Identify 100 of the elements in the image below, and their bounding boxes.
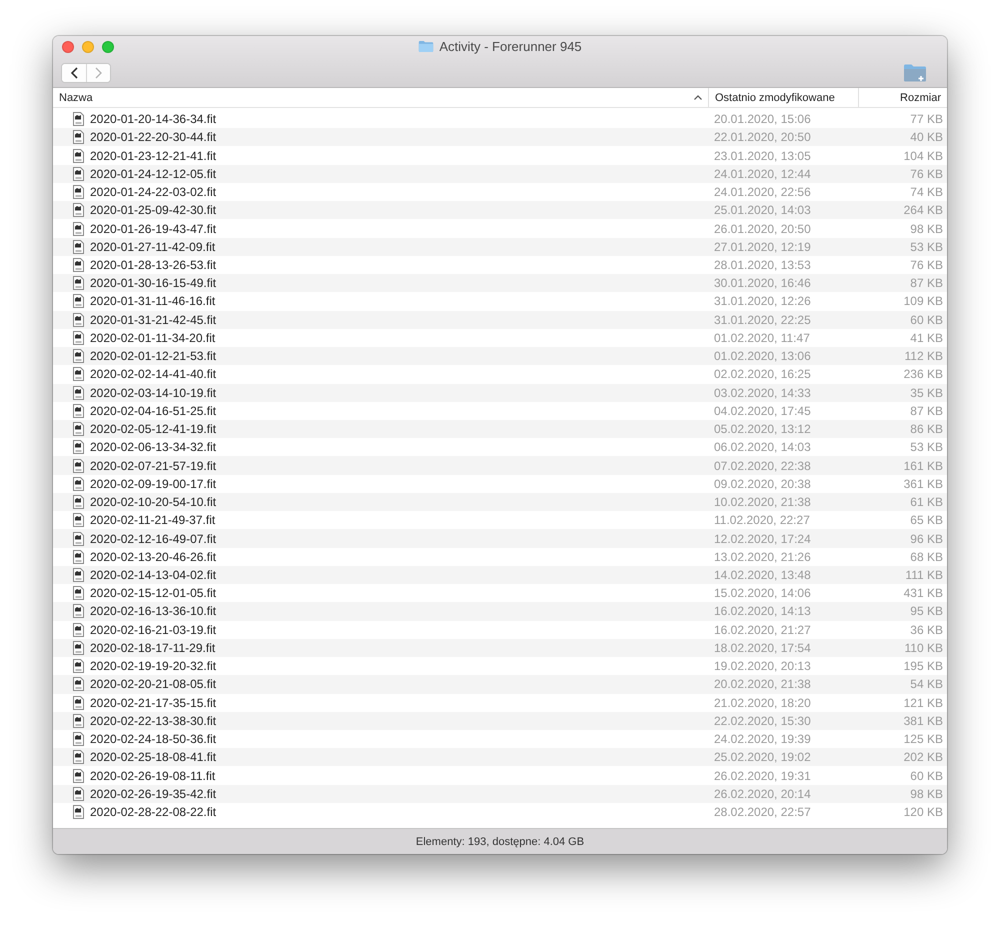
modified-date: 25.02.2020, 19:02 bbox=[713, 750, 812, 764]
file-size: 112 KB bbox=[904, 349, 944, 364]
modified-date: 06.02.2020, 14:03 bbox=[713, 440, 812, 454]
modified-date: 22.02.2020, 15:30 bbox=[713, 714, 812, 728]
file-size: 87 KB bbox=[909, 404, 944, 418]
file-name: 2020-02-26-19-35-42.fit bbox=[90, 786, 216, 801]
file-row[interactable]: 2020-02-12-16-49-07.fit 12.02.2020, 17:24 96 KB bbox=[53, 529, 947, 548]
modified-date: 31.01.2020, 22:25 bbox=[713, 312, 812, 327]
file-icon bbox=[73, 495, 84, 510]
file-name: 2020-01-28-13-26-53.fit bbox=[90, 258, 216, 272]
file-name: 2020-01-31-11-46-16.fit bbox=[90, 294, 216, 308]
file-row[interactable]: 2020-01-25-09-42-30.fit 25.01.2020, 14:03 264 KB bbox=[53, 201, 947, 220]
file-row[interactable]: 2020-02-20-21-08-05.fit 20.02.2020, 21:38 54 KB bbox=[53, 675, 947, 694]
file-row[interactable]: 2020-01-27-11-42-09.fit 27.01.2020, 12:19 53 KB bbox=[53, 238, 947, 256]
file-row[interactable]: 2020-01-24-12-12-05.fit 24.01.2020, 12:44 76 KB bbox=[53, 164, 947, 183]
file-icon bbox=[73, 805, 84, 820]
file-icon bbox=[73, 440, 84, 454]
status-text: Elementy: 193, dostępne: 4.04 GB bbox=[416, 836, 584, 848]
file-name: 2020-02-22-13-38-30.fit bbox=[90, 714, 216, 728]
modified-date: 27.01.2020, 12:19 bbox=[713, 240, 812, 254]
file-row[interactable]: 2020-02-25-18-08-41.fit 25.02.2020, 19:02 202 KB bbox=[53, 748, 947, 766]
file-size: 195 KB bbox=[902, 659, 944, 674]
file-row[interactable]: 2020-02-16-13-36-10.fit 16.02.2020, 14:13 95 KB bbox=[53, 602, 947, 621]
zoom-button[interactable] bbox=[102, 41, 114, 53]
file-name: 2020-02-14-13-04-02.fit bbox=[90, 568, 216, 582]
file-row[interactable]: 2020-02-18-17-11-29.fit 18.02.2020, 17:54 110 KB bbox=[53, 638, 947, 658]
file-name: 2020-02-01-11-34-20.fit bbox=[90, 330, 216, 345]
file-name: 2020-02-01-12-21-53.fit bbox=[90, 349, 216, 364]
file-size: 95 KB bbox=[909, 604, 944, 618]
file-size: 109 KB bbox=[902, 294, 944, 308]
file-name: 2020-02-13-20-46-26.fit bbox=[90, 550, 216, 564]
file-icon bbox=[73, 349, 84, 364]
file-size: 96 KB bbox=[909, 532, 944, 546]
modified-date: 31.01.2020, 12:26 bbox=[713, 294, 812, 308]
column-header[interactable]: Nazwa bbox=[53, 88, 708, 107]
modified-date: 22.01.2020, 20:50 bbox=[713, 130, 812, 144]
modified-date: 20.02.2020, 21:38 bbox=[713, 677, 812, 692]
file-size: 264 KB bbox=[902, 203, 944, 218]
file-size: 120 KB bbox=[902, 805, 944, 820]
file-name: 2020-01-24-22-03-02.fit bbox=[90, 185, 216, 200]
file-name: 2020-01-23-12-21-41.fit bbox=[90, 148, 216, 163]
file-size: 53 KB bbox=[909, 440, 944, 454]
file-size: 98 KB bbox=[909, 222, 944, 236]
file-size: 161 KB bbox=[902, 458, 944, 473]
file-row[interactable]: 2020-02-14-13-04-02.fit 14.02.2020, 13:48 111 KB bbox=[53, 566, 947, 584]
sort-chevron-icon[interactable] bbox=[694, 95, 702, 100]
file-name: 2020-02-05-12-41-19.fit bbox=[90, 422, 216, 436]
file-icon bbox=[73, 203, 84, 218]
file-icon bbox=[73, 312, 84, 327]
column-header[interactable]: Ostatnio zmodyfikowane bbox=[708, 88, 858, 107]
column-header[interactable]: Rozmiar bbox=[858, 88, 947, 107]
new-folder-icon[interactable] bbox=[903, 62, 927, 82]
file-row[interactable]: 2020-02-05-12-41-19.fit 05.02.2020, 13:12 86 KB bbox=[53, 420, 947, 438]
file-size: 36 KB bbox=[909, 622, 944, 637]
file-icon bbox=[73, 714, 84, 728]
modified-date: 10.02.2020, 21:38 bbox=[713, 495, 812, 510]
modified-date: 23.01.2020, 13:05 bbox=[713, 148, 812, 163]
minimize-button[interactable] bbox=[82, 41, 94, 53]
file-name: 2020-02-16-21-03-19.fit bbox=[90, 622, 216, 637]
modified-date: 26.02.2020, 19:31 bbox=[713, 768, 812, 783]
modified-date: 15.02.2020, 14:06 bbox=[713, 586, 812, 600]
file-size: 110 KB bbox=[904, 640, 944, 655]
file-row[interactable]: 2020-02-07-21-57-19.fit 07.02.2020, 22:38 161 KB bbox=[53, 456, 947, 475]
file-icon bbox=[73, 222, 84, 236]
file-icon bbox=[73, 166, 84, 181]
file-icon bbox=[73, 550, 84, 564]
modified-date: 02.02.2020, 16:25 bbox=[713, 367, 812, 382]
modified-date: 19.02.2020, 20:13 bbox=[713, 659, 812, 674]
file-name: 2020-02-18-17-11-29.fit bbox=[90, 640, 216, 655]
file-icon bbox=[73, 258, 84, 272]
file-row[interactable]: 2020-02-01-12-21-53.fit 01.02.2020, 13:06 112 KB bbox=[53, 347, 947, 366]
modified-date: 28.01.2020, 13:53 bbox=[713, 258, 812, 272]
file-size: 40 KB bbox=[909, 130, 944, 144]
modified-date: 07.02.2020, 22:38 bbox=[713, 458, 812, 473]
file-name: 2020-01-30-16-15-49.fit bbox=[90, 276, 216, 290]
modified-date: 24.02.2020, 19:39 bbox=[713, 732, 812, 746]
file-row[interactable]: 2020-02-26-19-35-42.fit 26.02.2020, 20:14 98 KB bbox=[53, 784, 947, 803]
file-name: 2020-02-09-19-00-17.fit bbox=[90, 476, 216, 491]
file-size: 60 KB bbox=[909, 312, 944, 327]
file-size: 98 KB bbox=[909, 786, 944, 801]
file-row[interactable]: 2020-01-31-21-42-45.fit 31.01.2020, 22:25 60 KB bbox=[53, 310, 947, 329]
file-size: 76 KB bbox=[909, 258, 944, 272]
file-size: 202 KB bbox=[902, 750, 944, 764]
file-size: 76 KB bbox=[909, 166, 944, 181]
file-name: 2020-01-31-21-42-45.fit bbox=[90, 312, 216, 327]
close-button[interactable] bbox=[62, 41, 74, 53]
file-size: 60 KB bbox=[909, 768, 944, 783]
file-row[interactable]: 2020-02-03-14-10-19.fit 03.02.2020, 14:33 35 KB bbox=[53, 384, 947, 402]
file-name: 2020-02-25-18-08-41.fit bbox=[90, 750, 216, 764]
file-name: 2020-02-04-16-51-25.fit bbox=[90, 404, 216, 418]
file-row[interactable]: 2020-01-30-16-15-49.fit 30.01.2020, 16:46 87 KB bbox=[53, 274, 947, 292]
file-icon bbox=[73, 768, 84, 783]
file-row[interactable]: 2020-02-10-20-54-10.fit 10.02.2020, 21:38 61 KB bbox=[53, 492, 947, 512]
file-size: 111 KB bbox=[904, 568, 944, 582]
modified-date: 28.02.2020, 22:57 bbox=[713, 805, 812, 820]
file-row[interactable]: 2020-02-22-13-38-30.fit 22.02.2020, 15:30 381 KB bbox=[53, 712, 947, 730]
file-name: 2020-02-10-20-54-10.fit bbox=[90, 495, 216, 510]
file-row[interactable]: 2020-01-22-20-30-44.fit 22.01.2020, 20:50 40 KB bbox=[53, 128, 947, 146]
file-size: 104 KB bbox=[902, 148, 944, 163]
file-icon bbox=[73, 696, 84, 710]
